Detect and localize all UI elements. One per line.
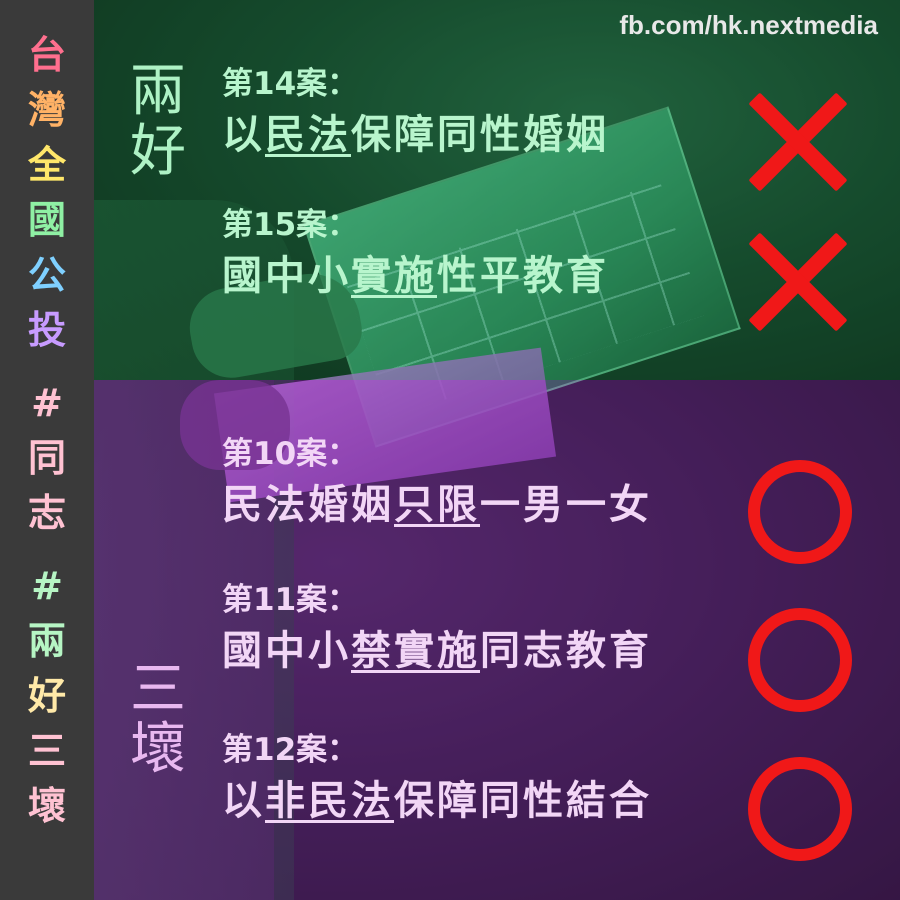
bad-label-char: 三: [130, 657, 186, 722]
case-title-part: 性平教育: [437, 253, 609, 299]
cross-icon: [748, 92, 848, 192]
hashtag-char: 好: [27, 674, 66, 718]
case-title-part: 保障同性婚姻: [351, 112, 609, 158]
sidebar-title-char: 台: [27, 33, 66, 77]
sidebar-title-char: 國: [27, 198, 66, 242]
circle-icon: [748, 608, 852, 712]
case-title-underlined: 民法: [265, 112, 351, 158]
case-title-part: 民法婚姻: [222, 482, 394, 528]
case-title-part: 同志教育: [480, 628, 652, 674]
case-block: 第10案： 民法婚姻只限一男一女: [222, 436, 652, 530]
case-block: 第14案： 以民法保障同性婚姻: [222, 66, 609, 160]
case-title-underlined: 實施: [351, 253, 437, 299]
sidebar-title-char: 投: [27, 308, 66, 352]
case-title: 以非民法保障同性結合: [222, 776, 652, 826]
sidebar-title-char: 公: [27, 253, 66, 297]
cross-icon: [748, 232, 848, 332]
case-block: 第11案： 國中小禁實施同志教育: [222, 582, 652, 676]
circle-icon: [748, 460, 852, 564]
case-title: 國中小禁實施同志教育: [222, 626, 652, 676]
case-title-part: 國中小: [222, 628, 351, 674]
case-block: 第12案： 以非民法保障同性結合: [222, 732, 652, 826]
case-title-part: 以: [222, 778, 265, 824]
infographic: 台 灣 全 國 公 投 # 同 志 # 兩 好 三 壞 fb.com/hk.ne…: [0, 0, 900, 900]
bad-label-char: 壞: [130, 717, 186, 782]
sidebar-title-char: 灣: [27, 88, 66, 132]
case-number: 第14案：: [222, 66, 359, 102]
case-number: 第15案：: [222, 207, 359, 243]
good-group-label: 兩 好: [118, 62, 198, 182]
case-title-underlined: 只限: [394, 482, 480, 528]
case-title-part: 保障同性結合: [394, 778, 652, 824]
sidebar-title-char: 全: [27, 143, 66, 187]
case-block: 第15案： 國中小實施性平教育: [222, 207, 609, 301]
hashtag-char: 三: [27, 729, 66, 773]
hashtag-char: 兩: [27, 619, 66, 663]
hashtag-char: #: [31, 381, 63, 425]
case-title-underlined: 禁實施: [351, 628, 480, 674]
case-title: 以民法保障同性婚姻: [222, 110, 609, 160]
case-title: 民法婚姻只限一男一女: [222, 480, 652, 530]
good-label-char: 好: [130, 119, 186, 184]
hashtag-char: 同: [27, 436, 66, 480]
good-label-char: 兩: [130, 59, 186, 124]
case-title-underlined: 非民法: [265, 778, 394, 824]
case-number: 第11案：: [222, 582, 359, 618]
circle-icon: [748, 757, 852, 861]
case-title-part: 一男一女: [480, 482, 652, 528]
case-title-part: 國中小: [222, 253, 351, 299]
hashtag-char: #: [31, 564, 63, 608]
hashtag-char: 壞: [27, 784, 66, 828]
source-watermark: fb.com/hk.nextmedia: [619, 10, 878, 40]
hashtag-char: 志: [27, 491, 66, 535]
bad-group-label: 三 壞: [118, 660, 198, 780]
sidebar-title-column: 台 灣 全 國 公 投 # 同 志 # 兩 好 三 壞: [0, 0, 94, 900]
case-number: 第12案：: [222, 732, 359, 768]
case-title: 國中小實施性平教育: [222, 251, 609, 301]
case-title-part: 以: [222, 112, 265, 158]
case-number: 第10案：: [222, 436, 359, 472]
